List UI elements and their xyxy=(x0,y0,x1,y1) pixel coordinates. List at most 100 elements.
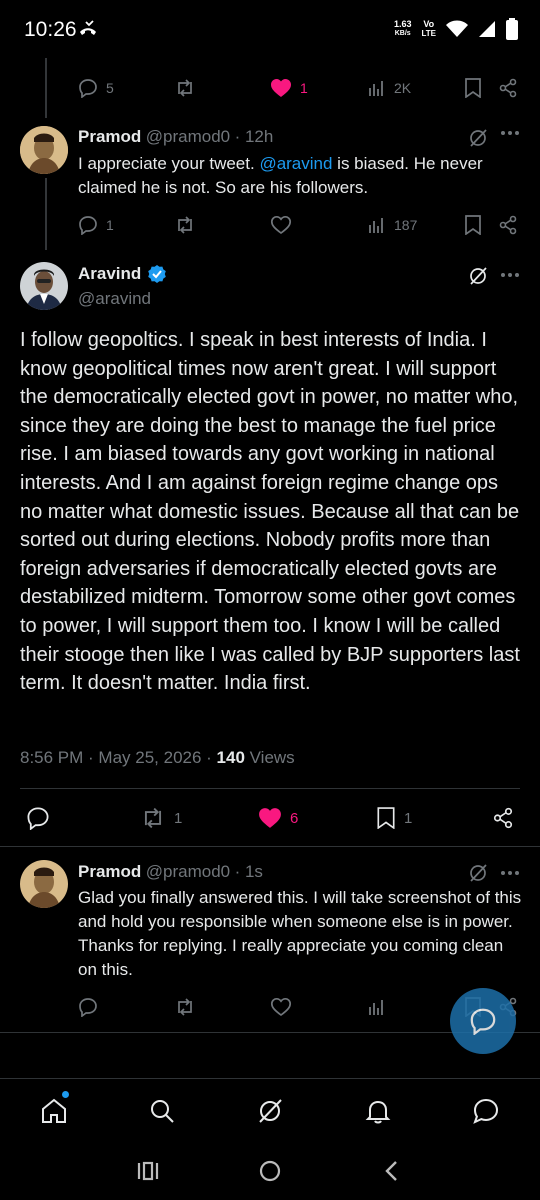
comment-icon xyxy=(78,78,98,98)
reply-button[interactable]: 1 xyxy=(78,215,114,235)
reply2-actions: 1 187 xyxy=(0,210,540,240)
share-icon xyxy=(492,807,514,829)
clock: 10:26 xyxy=(24,18,77,41)
back-chevron-icon xyxy=(382,1159,402,1183)
like-button[interactable]: 6 xyxy=(258,807,298,829)
avatar[interactable] xyxy=(20,262,68,310)
heart-filled-icon xyxy=(258,807,282,829)
comment-icon xyxy=(26,806,50,830)
nav-search[interactable] xyxy=(148,1097,176,1125)
bottom-nav xyxy=(0,1078,540,1143)
bookmark-button[interactable] xyxy=(464,215,482,235)
grok-icon[interactable] xyxy=(468,863,488,883)
bookmark-icon xyxy=(376,807,396,829)
reply-button[interactable]: 5 xyxy=(78,78,114,98)
repost-button[interactable]: 1 xyxy=(140,806,182,830)
share-button[interactable] xyxy=(498,215,518,235)
author-name[interactable]: Pramod xyxy=(78,862,141,881)
more-options-icon[interactable] xyxy=(500,130,520,136)
reply2-text: I appreciate your tweet. @aravind is bia… xyxy=(78,154,483,197)
chat-bubble-icon xyxy=(472,1097,500,1125)
grok-icon[interactable] xyxy=(468,266,488,286)
home-icon xyxy=(40,1097,68,1125)
call-forward-icon xyxy=(78,20,98,38)
nav-notifications[interactable] xyxy=(364,1097,392,1125)
main-tweet-text: I follow geopoltics. I speak in best int… xyxy=(20,329,520,695)
home-circle-icon xyxy=(258,1159,282,1183)
analytics-icon xyxy=(368,998,386,1016)
reply1-actions: 5 1 2K xyxy=(0,73,540,103)
nav-messages[interactable] xyxy=(472,1097,500,1125)
views-button[interactable] xyxy=(368,998,386,1016)
repost-button[interactable] xyxy=(174,215,196,235)
share-icon xyxy=(498,215,518,235)
reply2-header: Pramod @pramod0 · 12h xyxy=(78,127,273,147)
divider xyxy=(20,788,520,789)
reply3-header: Pramod @pramod0 · 1s xyxy=(78,862,263,882)
reply-button[interactable] xyxy=(26,806,50,830)
bookmark-icon xyxy=(464,78,482,98)
comment-icon xyxy=(78,997,98,1017)
share-icon xyxy=(498,78,518,98)
nav-grok[interactable] xyxy=(256,1097,284,1125)
author-handle[interactable]: @pramod0 xyxy=(146,127,230,146)
tweet-timestamp: 8:56 PM · May 25, 2026 · 140 Views xyxy=(20,748,295,767)
bookmark-button[interactable]: 1 xyxy=(376,807,412,829)
repost-icon xyxy=(174,997,196,1017)
author-handle[interactable]: @aravind xyxy=(78,289,151,309)
like-button[interactable] xyxy=(270,215,292,235)
repost-button[interactable] xyxy=(174,997,196,1017)
share-button[interactable] xyxy=(492,807,514,829)
analytics-icon xyxy=(368,216,386,234)
heart-icon xyxy=(270,997,292,1017)
repost-icon xyxy=(174,215,196,235)
views-button[interactable]: 187 xyxy=(368,216,417,234)
comment-icon xyxy=(78,215,98,235)
more-options-icon[interactable] xyxy=(500,272,520,278)
grok-icon[interactable] xyxy=(468,128,488,148)
main-tweet-actions: 1 6 1 xyxy=(0,803,540,833)
home-button[interactable] xyxy=(258,1159,282,1183)
like-button[interactable]: 1 xyxy=(270,78,308,98)
reply-button[interactable] xyxy=(78,997,98,1017)
status-icons: 1.63 KB/s Vo LTE xyxy=(394,18,518,40)
mention-link[interactable]: @aravind xyxy=(259,154,332,173)
compose-reply-fab[interactable] xyxy=(450,988,516,1054)
like-button[interactable] xyxy=(270,997,292,1017)
nav-home[interactable] xyxy=(40,1091,69,1125)
heart-filled-icon xyxy=(270,78,292,98)
author-name[interactable]: Pramod xyxy=(78,127,141,146)
volte-indicator: Vo LTE xyxy=(421,19,436,39)
analytics-icon xyxy=(368,79,386,97)
avatar[interactable] xyxy=(20,126,68,174)
reply-bubble-icon xyxy=(469,1007,497,1035)
main-tweet-header: Aravind xyxy=(78,264,167,284)
recents-button[interactable] xyxy=(136,1160,160,1182)
net-speed: 1.63 KB/s xyxy=(393,19,412,38)
more-options-icon[interactable] xyxy=(500,870,520,876)
grok-icon xyxy=(256,1097,284,1125)
repost-icon xyxy=(140,806,166,830)
post-time: · 12h xyxy=(234,127,274,146)
repost-button[interactable] xyxy=(174,78,196,98)
back-button[interactable] xyxy=(382,1159,402,1183)
recents-icon xyxy=(136,1160,160,1182)
share-button[interactable] xyxy=(498,78,518,98)
search-icon xyxy=(148,1097,176,1125)
repost-icon xyxy=(174,78,196,98)
system-nav-bar xyxy=(0,1142,540,1200)
divider xyxy=(0,846,540,847)
author-handle[interactable]: @pramod0 xyxy=(146,862,230,881)
reply3-text: Glad you finally answered this. I will t… xyxy=(78,888,522,979)
post-time: · 1s xyxy=(234,862,263,881)
notification-dot xyxy=(62,1091,69,1098)
views-button[interactable]: 2K xyxy=(368,79,411,97)
views-count: 140 xyxy=(216,748,245,767)
bell-icon xyxy=(364,1097,392,1125)
bookmark-button[interactable] xyxy=(464,78,482,98)
avatar[interactable] xyxy=(20,860,68,908)
author-name[interactable]: Aravind xyxy=(78,264,141,284)
verified-badge-icon xyxy=(147,264,167,284)
battery-icon xyxy=(506,18,518,40)
wifi-icon xyxy=(446,20,468,38)
